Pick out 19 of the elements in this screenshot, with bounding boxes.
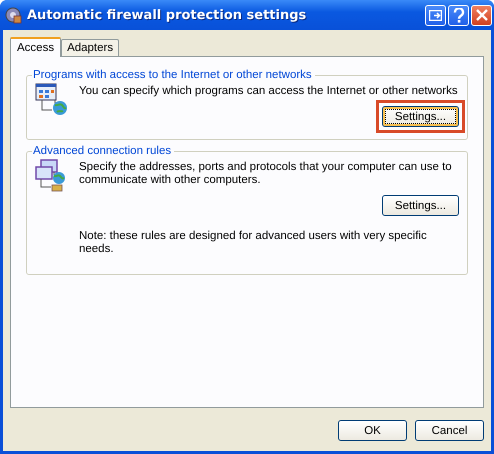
close-icon — [476, 9, 488, 21]
program-window-globe-icon — [35, 83, 69, 117]
settings-button[interactable]: Settings... — [382, 195, 459, 216]
description-text: You can specify which programs can access the Internet or other networks — [79, 85, 459, 98]
help-button[interactable] — [448, 4, 469, 26]
description-text: Specify the addresses, ports and protocols that your computer can use to communicate with other computers. — [79, 161, 453, 187]
window-title: Automatic firewall protection settings — [27, 8, 308, 22]
group-title: Programs with access to the Internet or other networks — [32, 69, 313, 81]
settings-button[interactable]: Settings... — [382, 106, 459, 127]
help-icon — [452, 8, 464, 22]
restore-icon — [429, 10, 442, 20]
dialog-button[interactable]: Cancel — [415, 420, 484, 441]
tab[interactable]: Adapters — [61, 39, 120, 56]
dialog-button[interactable]: OK — [338, 420, 407, 441]
tab[interactable]: Access — [10, 37, 62, 57]
close-button[interactable] — [471, 4, 492, 26]
restore-button[interactable] — [425, 4, 446, 26]
note-text: Note: these rules are designed for advanced users with very specific needs. — [79, 230, 428, 256]
group-title: Advanced connection rules — [32, 145, 172, 157]
